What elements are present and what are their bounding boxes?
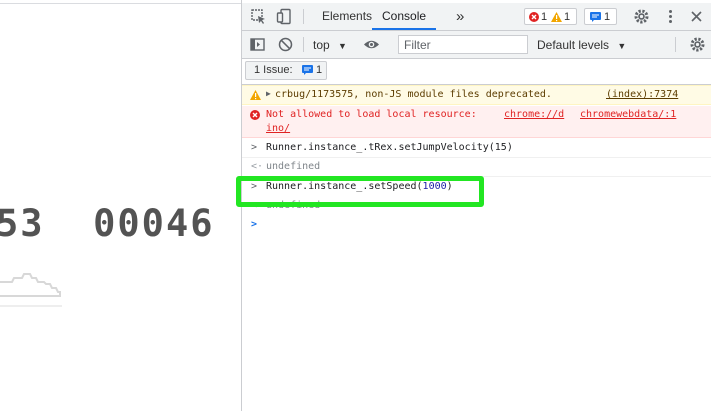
console-input-row: > Runner.instance_.tRex.setJumpVelocity(… xyxy=(242,139,711,158)
more-tabs-button[interactable]: » xyxy=(456,3,464,30)
console-settings-gear-icon[interactable] xyxy=(689,36,706,53)
error-count: 1 xyxy=(541,11,548,23)
inspect-element-icon[interactable] xyxy=(250,8,267,25)
warning-icon xyxy=(551,12,562,22)
game-area: 53 00046 xyxy=(0,0,241,411)
sidebar-toggle-icon[interactable] xyxy=(249,36,266,53)
warning-count: 1 xyxy=(564,11,571,23)
context-selector[interactable]: top ▼ xyxy=(313,38,347,52)
expand-triangle-icon[interactable]: ▶ xyxy=(266,89,271,98)
error-warning-counter[interactable]: 1 1 xyxy=(524,8,577,25)
highlight-box xyxy=(236,176,484,207)
error-icon xyxy=(250,110,260,120)
chevron-down-icon: ▼ xyxy=(338,41,347,51)
issues-counter[interactable]: 1 xyxy=(584,8,617,25)
error-message: Not allowed to load local resource: xyxy=(266,109,483,120)
output-arrow-icon: <· xyxy=(251,161,264,172)
console-error-row: Not allowed to load local resource: chro… xyxy=(242,106,711,138)
error-url-link[interactable]: chrome://d xyxy=(504,109,564,120)
tab-separator xyxy=(303,9,304,24)
warning-icon xyxy=(250,90,261,100)
warning-source-link[interactable]: (index):7374 xyxy=(606,89,678,100)
error-url-continuation[interactable]: ino/ xyxy=(266,123,290,134)
device-toolbar-icon[interactable] xyxy=(276,8,293,25)
chevron-down-icon: ▼ xyxy=(617,41,627,51)
issue-count: 1 xyxy=(604,11,611,23)
clear-console-icon[interactable] xyxy=(277,36,294,53)
issues-bar: 1 Issue: 1 xyxy=(242,59,711,85)
live-expression-eye-icon[interactable] xyxy=(363,36,380,53)
input-chevron-icon: > xyxy=(251,142,258,153)
log-levels-dropdown[interactable]: Default levels ▼ xyxy=(537,38,626,52)
console-command[interactable]: Runner.instance_.tRex.setJumpVelocity(15… xyxy=(266,142,513,153)
console-output-row: <· undefined xyxy=(242,158,711,177)
tab-console[interactable]: Console xyxy=(372,3,437,30)
prompt-chevron-icon: > xyxy=(251,219,258,230)
context-value: top xyxy=(313,38,330,52)
open-issues-button[interactable]: 1 Issue: 1 xyxy=(245,61,327,80)
console-toolbar: top ▼ Default levels ▼ xyxy=(242,31,711,59)
console-result: undefined xyxy=(266,161,321,172)
settings-gear-icon[interactable] xyxy=(633,8,650,25)
issue-message-icon xyxy=(302,65,313,75)
toolbar-separator xyxy=(303,37,304,52)
more-options-icon[interactable] xyxy=(662,8,679,25)
error-source-link[interactable]: chromewebdata/:1 xyxy=(580,109,676,120)
filter-input[interactable] xyxy=(398,35,528,54)
warning-message: crbug/1173575, non-JS module files depre… xyxy=(275,89,552,100)
console-warning-row: ▶ crbug/1173575, non-JS module files dep… xyxy=(242,85,711,105)
toolbar-separator xyxy=(675,37,676,52)
log-levels-value: Default levels xyxy=(537,38,610,52)
tab-elements[interactable]: Elements xyxy=(322,3,372,30)
cloud-icon xyxy=(0,273,62,307)
game-top-border xyxy=(0,3,241,4)
high-score: 53 xyxy=(0,202,45,245)
devtools-tabbar: Elements Console » 1 1 1 xyxy=(242,3,711,31)
error-icon xyxy=(529,12,539,22)
console-prompt[interactable]: > xyxy=(242,216,711,235)
score-display: 53 00046 xyxy=(0,202,215,245)
issues-label: 1 Issue: xyxy=(254,64,293,76)
current-score: 00046 xyxy=(93,202,215,245)
close-devtools-icon[interactable] xyxy=(688,8,705,25)
issues-count: 1 xyxy=(316,64,323,76)
issue-message-icon xyxy=(590,12,601,22)
